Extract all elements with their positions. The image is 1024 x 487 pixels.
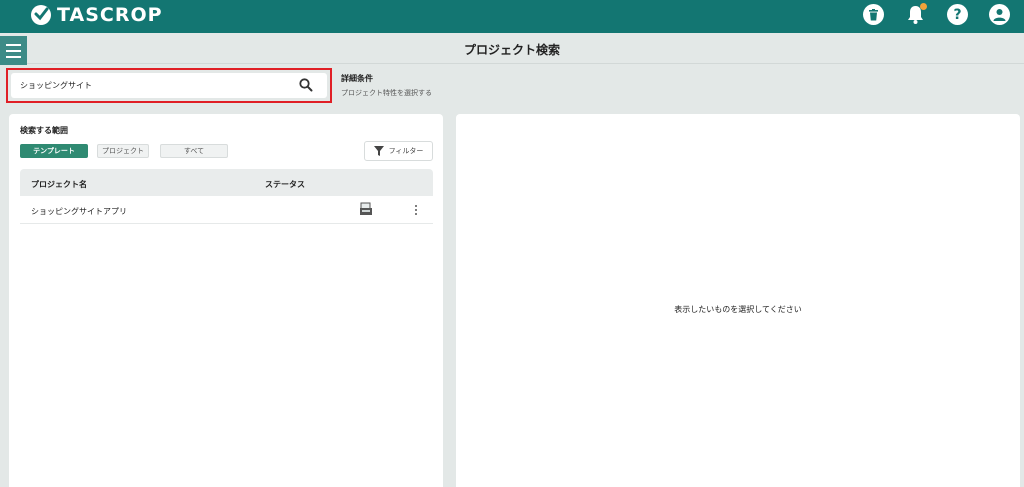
scope-chip-all[interactable]: すべて bbox=[160, 144, 228, 158]
column-status: ステータス bbox=[265, 180, 305, 189]
notification-dot bbox=[920, 3, 927, 10]
bell-icon[interactable] bbox=[905, 3, 927, 25]
search-value: ショッピングサイト bbox=[20, 81, 92, 90]
template-status-icon bbox=[360, 202, 372, 215]
table-row[interactable]: ショッピングサイトアプリ bbox=[20, 196, 433, 224]
page-title: プロジェクト検索 bbox=[463, 43, 560, 57]
scope-chip-project[interactable]: プロジェクト bbox=[97, 144, 149, 158]
help-icon[interactable]: ? bbox=[947, 4, 968, 25]
search-input[interactable]: ショッピングサイト bbox=[11, 73, 327, 98]
empty-state-message: 表示したいものを選択してください bbox=[674, 305, 802, 314]
brand-name: TASCROP bbox=[57, 4, 163, 26]
scope-label: 検索する範囲 bbox=[20, 126, 68, 135]
table-header: プロジェクト名 ステータス bbox=[20, 169, 433, 196]
detail-conditions-title[interactable]: 詳細条件 bbox=[341, 73, 373, 84]
trash-icon[interactable] bbox=[863, 4, 884, 25]
detail-conditions-link[interactable]: プロジェクト特性を選択する bbox=[341, 88, 432, 98]
more-options-icon[interactable] bbox=[415, 205, 417, 215]
title-bar: プロジェクト検索 bbox=[0, 33, 1024, 65]
filter-button[interactable]: フィルター bbox=[364, 141, 433, 161]
user-icon[interactable] bbox=[989, 4, 1010, 25]
brand-logo[interactable]: TASCROP bbox=[31, 4, 163, 26]
column-project-name: プロジェクト名 bbox=[31, 180, 87, 189]
filter-label: フィルター bbox=[388, 147, 424, 155]
header-actions: ? bbox=[863, 3, 1010, 25]
filter-icon bbox=[373, 146, 384, 156]
detail-view-panel: 表示したいものを選択してください bbox=[456, 114, 1020, 487]
top-bar: TASCROP ? bbox=[0, 0, 1024, 33]
scope-chip-template[interactable]: テンプレート bbox=[20, 144, 88, 158]
logo-check-icon bbox=[31, 5, 51, 25]
search-icon[interactable] bbox=[299, 78, 313, 92]
row-project-name: ショッピングサイトアプリ bbox=[31, 207, 127, 216]
search-results-panel: 検索する範囲 テンプレート プロジェクト すべて フィルター プロジェクト名 ス… bbox=[9, 114, 443, 487]
